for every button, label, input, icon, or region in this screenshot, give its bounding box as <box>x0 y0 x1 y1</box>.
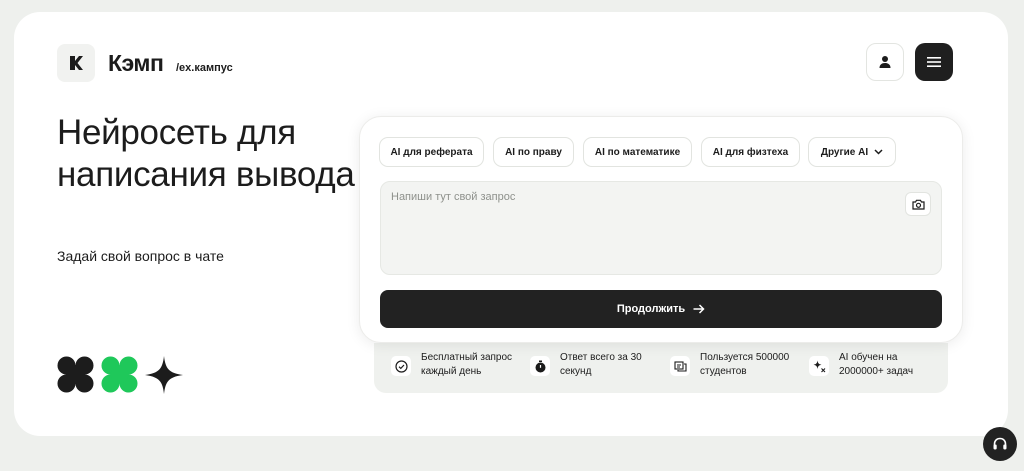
hamburger-menu-icon <box>927 57 941 67</box>
continue-button-label: Продолжить <box>616 303 686 315</box>
camera-upload-button[interactable] <box>905 192 931 216</box>
feature-icon-box <box>809 356 829 376</box>
logo-k-icon <box>70 56 83 70</box>
menu-button[interactable] <box>915 43 953 81</box>
tab-label: AI для реферата <box>390 146 473 158</box>
user-icon <box>879 56 891 68</box>
feature-text: AI обучен на 2000000+ задач <box>839 352 914 377</box>
tab-label: AI по праву <box>505 146 562 158</box>
page-subtitle: Задай свой вопрос в чате <box>57 248 224 264</box>
brand-subtitle: /ex.кампус <box>176 62 233 74</box>
feature-ai-trained: AI обучен на 2000000+ задач <box>809 351 939 379</box>
tab-label: Другие AI <box>820 146 869 158</box>
feature-fast-answer: Ответ всего за 30 секунд <box>530 351 660 379</box>
support-chat-button[interactable] <box>983 427 1017 461</box>
feature-free-request: Бесплатный запрос каждый день <box>391 351 521 379</box>
page-title: Нейросеть для написания вывода <box>57 113 355 194</box>
stopwatch-icon <box>535 360 545 372</box>
tab-other-ai-dropdown[interactable]: Другие AI <box>808 137 896 167</box>
feature-text: Пользуется 500000 студентов <box>700 352 790 377</box>
flower-black-icon <box>57 356 94 393</box>
arrow-right-icon <box>693 304 705 314</box>
tab-ai-phystech[interactable]: AI для физтеха <box>701 137 800 167</box>
query-box <box>380 181 942 275</box>
tab-ai-referat[interactable]: AI для реферата <box>379 137 484 167</box>
camera-icon <box>911 199 925 210</box>
tab-ai-law[interactable]: AI по праву <box>493 137 574 167</box>
feature-icon-box <box>670 356 690 376</box>
users-screen-icon <box>673 360 687 372</box>
feature-icon-box <box>530 356 550 376</box>
decorative-shapes <box>57 356 183 394</box>
tab-ai-math[interactable]: AI по математике <box>583 137 692 167</box>
feature-text: Ответ всего за 30 секунд <box>560 352 642 377</box>
tab-label: AI для физтеха <box>712 146 789 158</box>
continue-button[interactable]: Продолжить <box>380 290 942 328</box>
feature-text: Бесплатный запрос каждый день <box>421 352 513 377</box>
check-circle-icon <box>394 359 408 373</box>
sparkles-icon <box>813 360 825 372</box>
clover-green-icon <box>101 356 138 393</box>
query-input[interactable] <box>391 191 891 261</box>
headset-icon <box>993 437 1007 450</box>
chevron-down-icon <box>874 149 883 155</box>
tab-label: AI по математике <box>594 146 681 158</box>
sparkle-star-icon <box>145 356 183 394</box>
profile-button[interactable] <box>866 43 904 81</box>
brand-name: Кэмп <box>108 50 164 76</box>
logo[interactable] <box>57 44 95 82</box>
feature-icon-box <box>391 356 411 376</box>
feature-students: Пользуется 500000 студентов <box>670 351 800 379</box>
